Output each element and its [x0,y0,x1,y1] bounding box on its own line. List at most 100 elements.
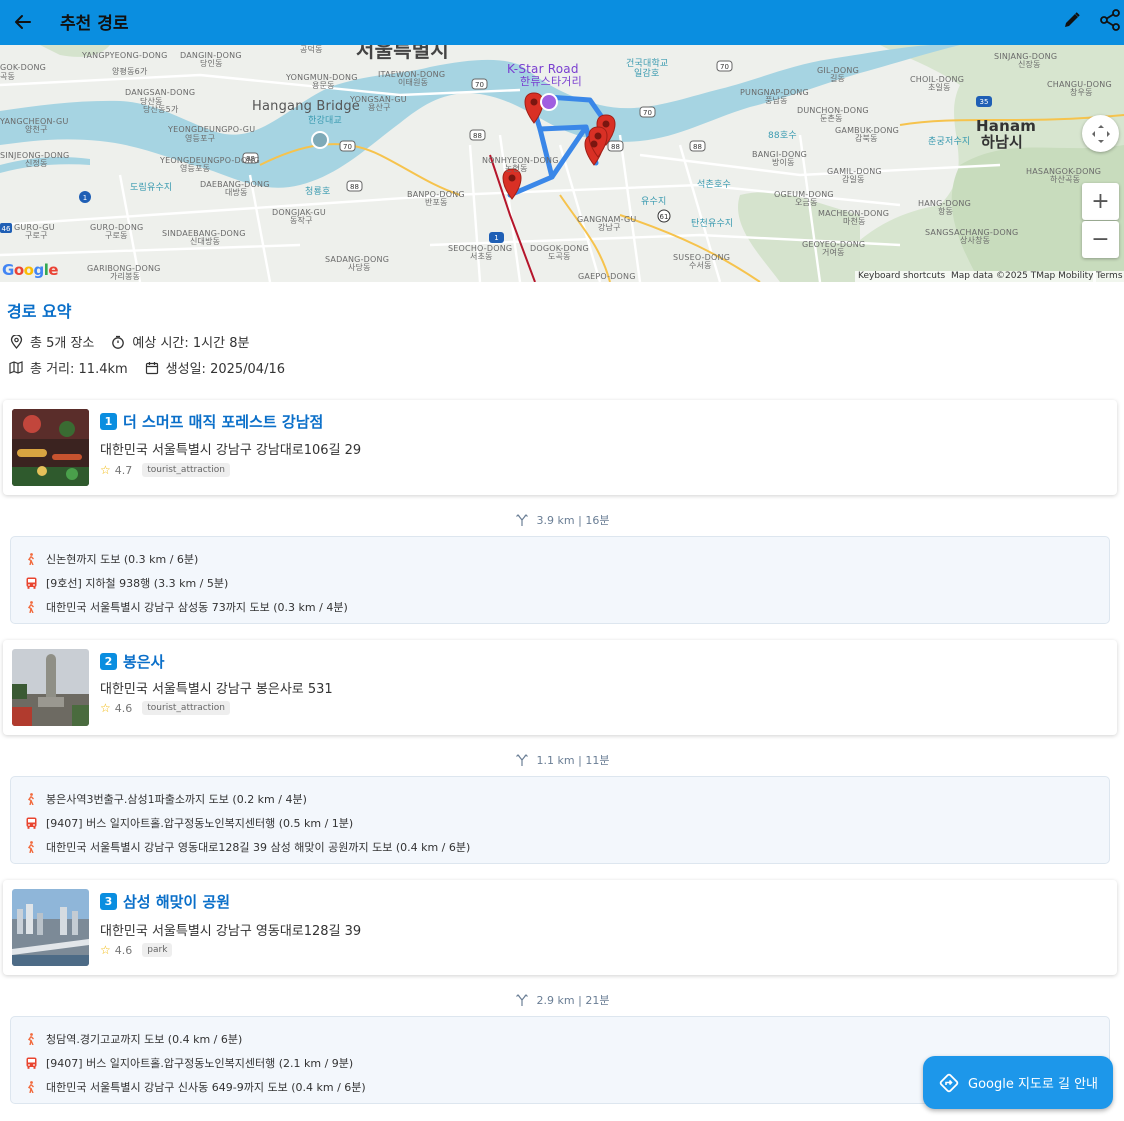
route-shield: 88 [473,132,482,140]
map-label: GAEPO-DONG [578,272,636,281]
walk-icon [25,1081,37,1093]
summary-distance: 총 거리: 11.4km [30,362,128,377]
map-label: 구로구 [25,231,48,240]
map-label: 청룡호 [305,187,331,197]
direction-step: [9호선] 지하철 938행 (3.3 km / 5분) [25,575,228,591]
walk-icon [25,793,37,805]
map-label: 강남구 [598,223,621,232]
place-name[interactable]: 봉은사 [123,651,164,672]
map-label: 용산구 [368,103,391,112]
map-label: 신정동 [25,159,48,168]
direction-step: 대한민국 서울특별시 강남구 영동대로128길 39 삼성 해맞이 공원까지 도… [25,839,470,855]
map-label: 대방동 [225,188,248,197]
map-label: 당인동 [200,59,223,68]
map-label: 석촌호수 [697,180,731,190]
map-label: 공덕동 [300,45,323,54]
map-label: 서울특별시 [356,45,449,62]
map-label: 가리봉동 [110,272,141,281]
walk-icon [25,601,37,613]
summary-row: 총 5개 장소 예상 시간: 1시간 8분 [8,332,249,351]
map-label: 거여동 [822,248,845,257]
rating-value: 4.7 [114,463,133,477]
share-button[interactable] [1096,6,1124,34]
place-index-badge: 3 [100,893,117,910]
map-label: 감일동 [842,175,865,184]
map-label: 풍납동 [765,96,788,105]
edit-button[interactable] [1058,6,1086,34]
place-name[interactable]: 삼성 해맞이 공원 [123,891,230,912]
step-text: [9호선] 지하철 938행 (3.3 km / 5분) [46,577,229,590]
bus-icon [25,577,37,589]
route-shield: 35 [980,98,989,106]
map-label: 감북동 [855,134,878,143]
map-label: 동작구 [290,216,313,225]
map-label: 곡동 [0,72,16,81]
route-shield: 70 [343,143,352,151]
place-address: 대한민국 서울특별시 강남구 봉은사로 531 [100,682,333,697]
map-label: 용문동 [312,81,335,90]
fork-route-icon [515,513,529,527]
zoom-in-button[interactable]: + [1082,183,1119,220]
map-label: 수서동 [689,261,712,270]
summary-created: 생성일: 2025/04/16 [165,362,285,377]
map-label: 구로동 [105,231,128,240]
directions-icon [938,1072,960,1094]
map-label: 논현동 [505,164,528,173]
summary-places: 총 5개 장소 [30,336,95,351]
step-text: [9407] 버스 일지아트홀.압구정동노인복지센터행 (0.5 km / 1분… [46,817,354,830]
timer-icon [110,334,126,350]
map-label: 사당동 [348,263,371,272]
place-index-badge: 1 [100,413,117,430]
map-label: 항동 [938,207,954,216]
summary-row: 총 거리: 11.4km 생성일: 2025/04/16 [8,358,285,377]
rating-value: 4.6 [114,943,133,957]
pin-icon [8,334,24,350]
place-type-tag: park [142,943,173,957]
place-card[interactable]: 2 봉은사 대한민국 서울특별시 강남구 봉은사로 531 ☆ 4.6 tour… [3,640,1117,735]
place-card[interactable]: 1 더 스머프 매직 포레스트 강남점 대한민국 서울특별시 강남구 강남대로1… [3,400,1117,495]
map-label: 둔촌동 [820,114,843,123]
map-icon [8,360,24,376]
map-label: YANGPYEONG-DONG [82,51,168,60]
pencil-icon [1065,12,1080,27]
walk-icon [25,1033,37,1045]
segment-summary: 3.9 km | 16분 [0,512,1124,528]
route-map[interactable]: 70 70 70 88 88 88 88 70 88 1 61 1 35 46 … [0,45,1124,282]
map-data-attribution: Map data ©2025 TMap Mobility [948,271,1097,282]
route-shield: 88 [350,183,359,191]
place-type-tag: tourist_attraction [142,701,230,715]
map-label: 서초동 [470,252,493,261]
step-text: 대한민국 서울특별시 강남구 신사동 649-9까지 도보 (0.4 km / … [46,1081,366,1094]
map-label: Hangang Bridge [252,99,360,114]
direction-step: [9407] 버스 일지아트홀.압구정동노인복지센터행 (0.5 km / 1분… [25,815,353,831]
recenter-button[interactable] [1082,115,1119,152]
app-bar: 추천 경로 [0,0,1124,45]
map-label: 초일동 [928,83,951,92]
walk-icon [25,553,37,565]
map-label: 하산곡동 [1050,175,1081,184]
segment-summary: 1.1 km | 11분 [0,752,1124,768]
map-label: 한강대교 [308,116,342,126]
back-button[interactable] [8,7,38,37]
place-name[interactable]: 더 스머프 매직 포레스트 강남점 [123,411,323,432]
map-label: 도림유수지 [130,183,173,193]
route-shield: 46 [2,225,11,233]
place-card[interactable]: 3 삼성 해맞이 공원 대한민국 서울특별시 강남구 영동대로128길 39 ☆… [3,880,1117,975]
map-label: 신대방동 [190,237,221,246]
map-label: 방이동 [772,158,795,167]
place-index-badge: 2 [100,653,117,670]
zoom-out-button[interactable]: − [1082,221,1119,258]
route-shield: 1 [494,234,498,242]
keyboard-shortcuts-link[interactable]: Keyboard shortcuts [855,271,949,282]
route-shield: 88 [611,143,620,151]
place-rating: ☆ 4.6 park [100,943,173,957]
map-label: 일감호 [634,69,660,79]
google-maps-directions-button[interactable]: Google 지도로 길 안내 [923,1056,1113,1109]
terms-link[interactable]: Terms [1093,271,1124,282]
step-text: 신논현까지 도보 (0.3 km / 6분) [46,553,199,566]
segment-distance-time: 3.9 km | 16분 [536,514,610,527]
segment-distance-time: 1.1 km | 11분 [536,754,610,767]
route-shield: 70 [475,81,484,89]
route-shield: 1 [83,194,87,202]
map-label: 탄천유수지 [691,219,734,229]
